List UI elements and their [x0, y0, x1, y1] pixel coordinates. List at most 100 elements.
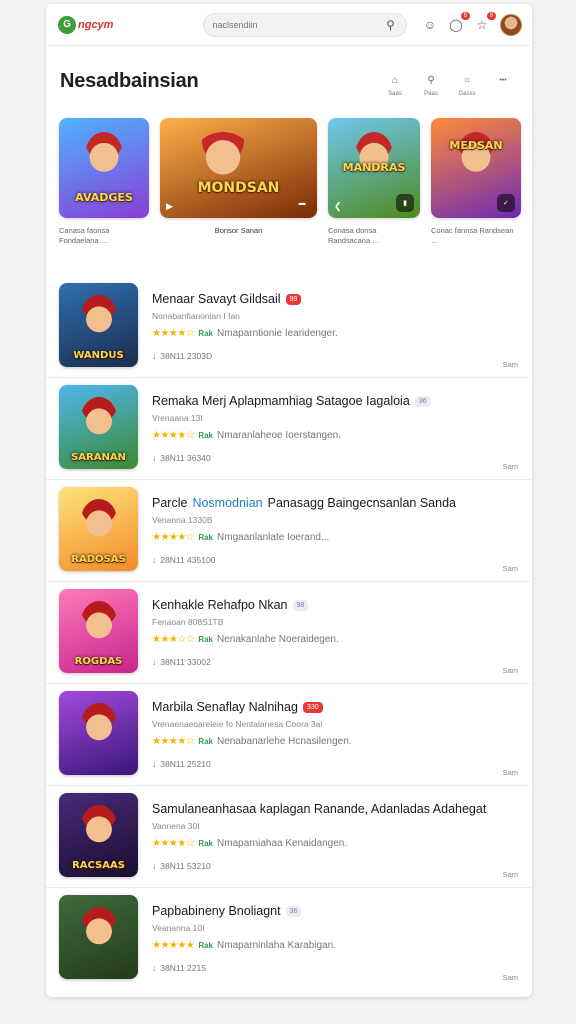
play-icon[interactable]: ▶ — [166, 201, 173, 212]
character-art — [194, 132, 251, 178]
search-bar[interactable]: ⚲ — [203, 12, 408, 37]
featured-card[interactable]: MANDRAS ❮ ▮ Conasa donsa Randsacana … — [328, 118, 420, 246]
avatar[interactable] — [500, 13, 522, 36]
app-action-link[interactable]: Sam — [503, 462, 518, 471]
app-thumbnail[interactable]: RADOSAS — [59, 487, 138, 571]
app-thumbnail[interactable] — [59, 691, 138, 775]
featured-game-name: AVADGES — [75, 191, 133, 204]
character-art — [80, 703, 117, 745]
logo[interactable]: G ngcym — [58, 15, 113, 34]
app-title-text: Kenhakle Rehafpo Nkan — [152, 598, 288, 612]
top-icons: ☺ ◯ 8 ☆ 8 — [422, 11, 522, 36]
back-icon[interactable]: ❮ — [334, 201, 342, 212]
header-action-save[interactable]: ⌂ Saas — [384, 72, 406, 98]
app-tag-badge: 36 — [414, 395, 431, 407]
star-badge: 8 — [486, 11, 496, 20]
app-thumbnail[interactable]: SARANAN — [59, 385, 138, 469]
featured-thumbnail[interactable]: MONDSAN ▶ ▬ — [160, 118, 317, 218]
header-more[interactable]: ••• — [492, 72, 514, 97]
list-item[interactable]: ROGDAS Kenhakle Rehafpo Nkan 98 Fenaoan … — [46, 582, 532, 684]
notification-icon[interactable]: ◯ 8 — [448, 11, 470, 33]
featured-card[interactable]: MEDSAN ✓ Conac fannsa Randsean … — [431, 118, 521, 246]
featured-card[interactable]: MONDSAN ▶ ▬ Bonsor Sanan — [160, 118, 317, 236]
app-title-rest: Panasagg Baingecnsanlan Sanda — [267, 496, 456, 510]
page-header: Nesadbainsian ⌂ Saas ⚲ Paas ○ Gasss ••• — [46, 46, 532, 118]
featured-game-name: MANDRAS — [342, 161, 406, 174]
rating-stars: ★★★★☆ — [152, 532, 195, 543]
app-title-text: Remaka Merj Aplapmamhiag Satagoe Iagaloi… — [152, 394, 410, 408]
character-art — [80, 907, 117, 949]
app-rating: ★★★★★ Rak Nmaparninlaha Karabigan. — [152, 940, 336, 951]
featured-caption: Conasa donsa Randsacana … — [328, 226, 380, 245]
cart-icon[interactable]: ▮ — [396, 194, 414, 212]
app-title[interactable]: Samulaneanhasaa kaplagan Ranande, Adanla… — [152, 802, 486, 816]
app-title-highlight: Nosmodnian — [192, 496, 263, 510]
character-art — [80, 397, 117, 439]
app-tag-badge: 99 — [285, 293, 302, 305]
rating-text: Nmgaanlanlate Ioerand... — [217, 532, 330, 543]
rating-text: Nmaparntionie Iearidenger. — [217, 328, 338, 339]
download-icon: ↓ — [152, 351, 157, 361]
search-icon[interactable]: ⚲ — [382, 17, 398, 33]
featured-game-name: MEDSAN — [449, 139, 503, 152]
download-icon: ↓ — [152, 759, 157, 769]
app-rating: ★★★★☆ Rak Nmaparniahaa Kenaidangen. — [152, 838, 347, 849]
rating-tag: Rak — [198, 329, 214, 338]
rating-tag: Rak — [198, 839, 214, 848]
star-icon[interactable]: ☆ 8 — [474, 11, 496, 33]
rating-stars: ★★★★☆ — [152, 838, 195, 849]
app-action-link[interactable]: Sam — [503, 360, 518, 369]
rating-text: Nmaparniahaa Kenaidangen. — [217, 838, 348, 849]
rating-tag: Rak — [198, 533, 214, 542]
character-art — [80, 499, 117, 541]
rating-text: Nenabanarlehe Hcnasilengen. — [217, 736, 352, 747]
rating-stars: ★★★☆☆ — [152, 634, 195, 645]
app-thumbnail[interactable]: WANDUS — [59, 283, 138, 367]
app-action-link[interactable]: Sam — [503, 666, 518, 675]
featured-thumbnail[interactable]: MEDSAN ✓ — [431, 118, 521, 218]
list-item[interactable]: RACSAAS Samulaneanhasaa kaplagan Ranande… — [46, 786, 532, 888]
rating-stars: ★★★★☆ — [152, 430, 195, 441]
featured-card[interactable]: AVADGES Canasa faonsa Fondaelana … — [59, 118, 149, 246]
app-title[interactable]: Marbila Senaflay Nalnihag 330 — [152, 700, 323, 714]
list-item[interactable]: SARANAN Remaka Merj Aplapmamhiag Satagoe… — [46, 378, 532, 480]
featured-thumbnail[interactable]: AVADGES — [59, 118, 149, 218]
app-action-link[interactable]: Sam — [503, 973, 518, 982]
character-art — [85, 132, 123, 178]
cart-icon[interactable]: ✓ — [497, 194, 515, 212]
search-input[interactable] — [212, 19, 377, 30]
app-title[interactable]: Papbabineny Bnoliagnt 36 — [152, 904, 302, 918]
app-subtitle: Veananna 10I — [152, 923, 205, 933]
header-action-gasss[interactable]: ○ Gasss — [456, 72, 478, 98]
app-title[interactable]: Parcle Nosmodnian Panasagg Baingecnsanla… — [152, 496, 456, 510]
rating-tag: Rak — [198, 941, 214, 950]
rating-stars: ★★★★☆ — [152, 328, 195, 339]
gamepad-icon[interactable]: ☺ — [422, 17, 438, 33]
rating-text: Nmaparninlaha Karabigan. — [217, 940, 336, 951]
thumbnail-game-name: ROGDAS — [74, 656, 123, 667]
app-thumbnail[interactable]: RACSAAS — [59, 793, 138, 877]
thumbnail-game-name: RACSAAS — [72, 860, 125, 871]
header-action-pass[interactable]: ⚲ Paas — [420, 72, 442, 98]
app-action-link[interactable]: Sam — [503, 870, 518, 879]
app-title[interactable]: Remaka Merj Aplapmamhiag Satagoe Iagaloi… — [152, 394, 431, 408]
download-icon: ↓ — [152, 555, 157, 565]
app-meta: ↓ 38N11 2303D — [152, 351, 212, 361]
header-actions: ⌂ Saas ⚲ Paas ○ Gasss ••• — [384, 72, 514, 98]
app-action-link[interactable]: Sam — [503, 768, 518, 777]
list-item[interactable]: RADOSAS Parcle Nosmodnian Panasagg Baing… — [46, 480, 532, 582]
featured-thumbnail[interactable]: MANDRAS ❮ ▮ — [328, 118, 420, 218]
list-item[interactable]: Marbila Senaflay Nalnihag 330 Vrenaenaeo… — [46, 684, 532, 786]
app-subtitle: Vrenaana 13I — [152, 413, 203, 423]
download-icon: ↓ — [152, 963, 157, 973]
app-meta-text: 38N11 36340 — [160, 453, 211, 463]
menu-icon[interactable]: ▬ — [293, 194, 311, 212]
app-subtitle: Venanna 1330B — [152, 515, 213, 525]
list-item[interactable]: WANDUS Menaar Savayt Gildsail 99 Nonaban… — [46, 276, 532, 378]
list-item[interactable]: Papbabineny Bnoliagnt 36 Veananna 10I ★★… — [46, 888, 532, 990]
app-title[interactable]: Kenhakle Rehafpo Nkan 98 — [152, 598, 309, 612]
app-thumbnail[interactable]: ROGDAS — [59, 589, 138, 673]
app-thumbnail[interactable] — [59, 895, 138, 979]
app-title[interactable]: Menaar Savayt Gildsail 99 — [152, 292, 302, 306]
app-action-link[interactable]: Sam — [503, 564, 518, 573]
